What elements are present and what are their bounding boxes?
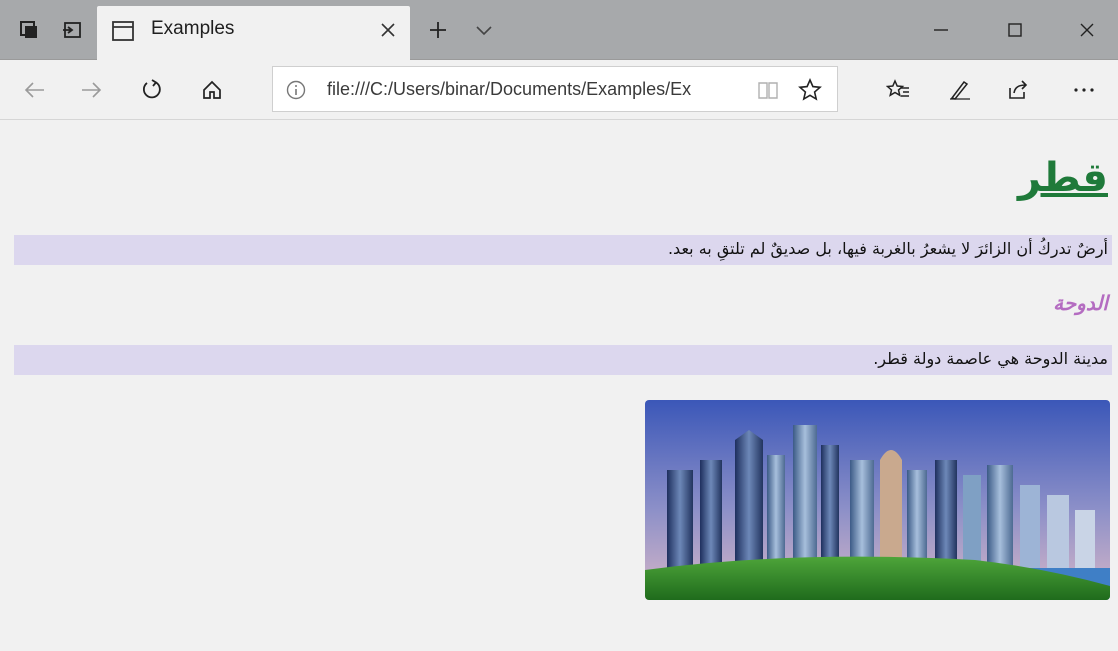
more-icon	[1074, 88, 1094, 92]
share-button[interactable]	[998, 72, 1038, 108]
tab-close-button[interactable]	[374, 16, 402, 44]
refresh-icon	[142, 79, 161, 99]
back-button[interactable]	[14, 72, 54, 108]
set-aside-tabs-button[interactable]	[57, 12, 87, 48]
navigation-bar: file:///C:/Users/binar/Documents/Example…	[0, 60, 1118, 120]
title-bar: Examples	[0, 0, 1118, 60]
minimize-icon	[934, 29, 948, 31]
intro-paragraph: أرضٌ تدركُ أن الزائرَ لا يشعرُ بالغربة ف…	[667, 239, 1108, 258]
address-bar[interactable]: file:///C:/Users/binar/Documents/Example…	[272, 66, 838, 112]
close-icon	[1080, 23, 1094, 37]
star-icon[interactable]	[798, 78, 822, 102]
pen-icon	[950, 80, 970, 100]
notes-button[interactable]	[940, 72, 980, 108]
window-close-button[interactable]	[1064, 12, 1110, 48]
forward-arrow-icon	[82, 82, 102, 98]
maximize-icon	[1008, 23, 1022, 37]
forward-button[interactable]	[72, 72, 112, 108]
reading-view-icon[interactable]	[757, 79, 779, 101]
url-text[interactable]: file:///C:/Users/binar/Documents/Example…	[327, 79, 747, 100]
subheading: الدوحة	[1053, 291, 1108, 315]
favorites-icon	[886, 79, 909, 97]
tab-list-button[interactable]	[468, 14, 500, 46]
tab-preview-icon	[20, 21, 37, 38]
favorites-button[interactable]	[878, 72, 918, 108]
home-icon	[203, 80, 221, 99]
capital-paragraph: مدينة الدوحة هي عاصمة دولة قطر.	[873, 349, 1108, 368]
refresh-button[interactable]	[132, 72, 172, 108]
chevron-down-icon	[476, 26, 492, 36]
close-icon	[381, 23, 395, 37]
new-tab-button[interactable]	[422, 14, 454, 46]
maximize-button[interactable]	[992, 12, 1038, 48]
page-icon	[112, 21, 134, 41]
tab-title: Examples	[151, 18, 235, 39]
info-icon[interactable]	[285, 79, 307, 101]
plus-icon	[430, 22, 446, 38]
page-heading: قطر	[1017, 155, 1108, 201]
home-button[interactable]	[192, 72, 232, 108]
set-aside-tabs-icon	[63, 22, 81, 38]
share-icon	[1009, 80, 1028, 99]
tab-preview-button[interactable]	[14, 12, 44, 48]
minimize-button[interactable]	[918, 12, 964, 48]
more-button[interactable]	[1064, 72, 1104, 108]
back-arrow-icon	[24, 82, 44, 98]
active-tab[interactable]: Examples	[97, 6, 410, 60]
doha-skyline-image	[645, 400, 1110, 600]
page-content: قطر أرضٌ تدركُ أن الزائرَ لا يشعرُ بالغر…	[0, 121, 1118, 651]
